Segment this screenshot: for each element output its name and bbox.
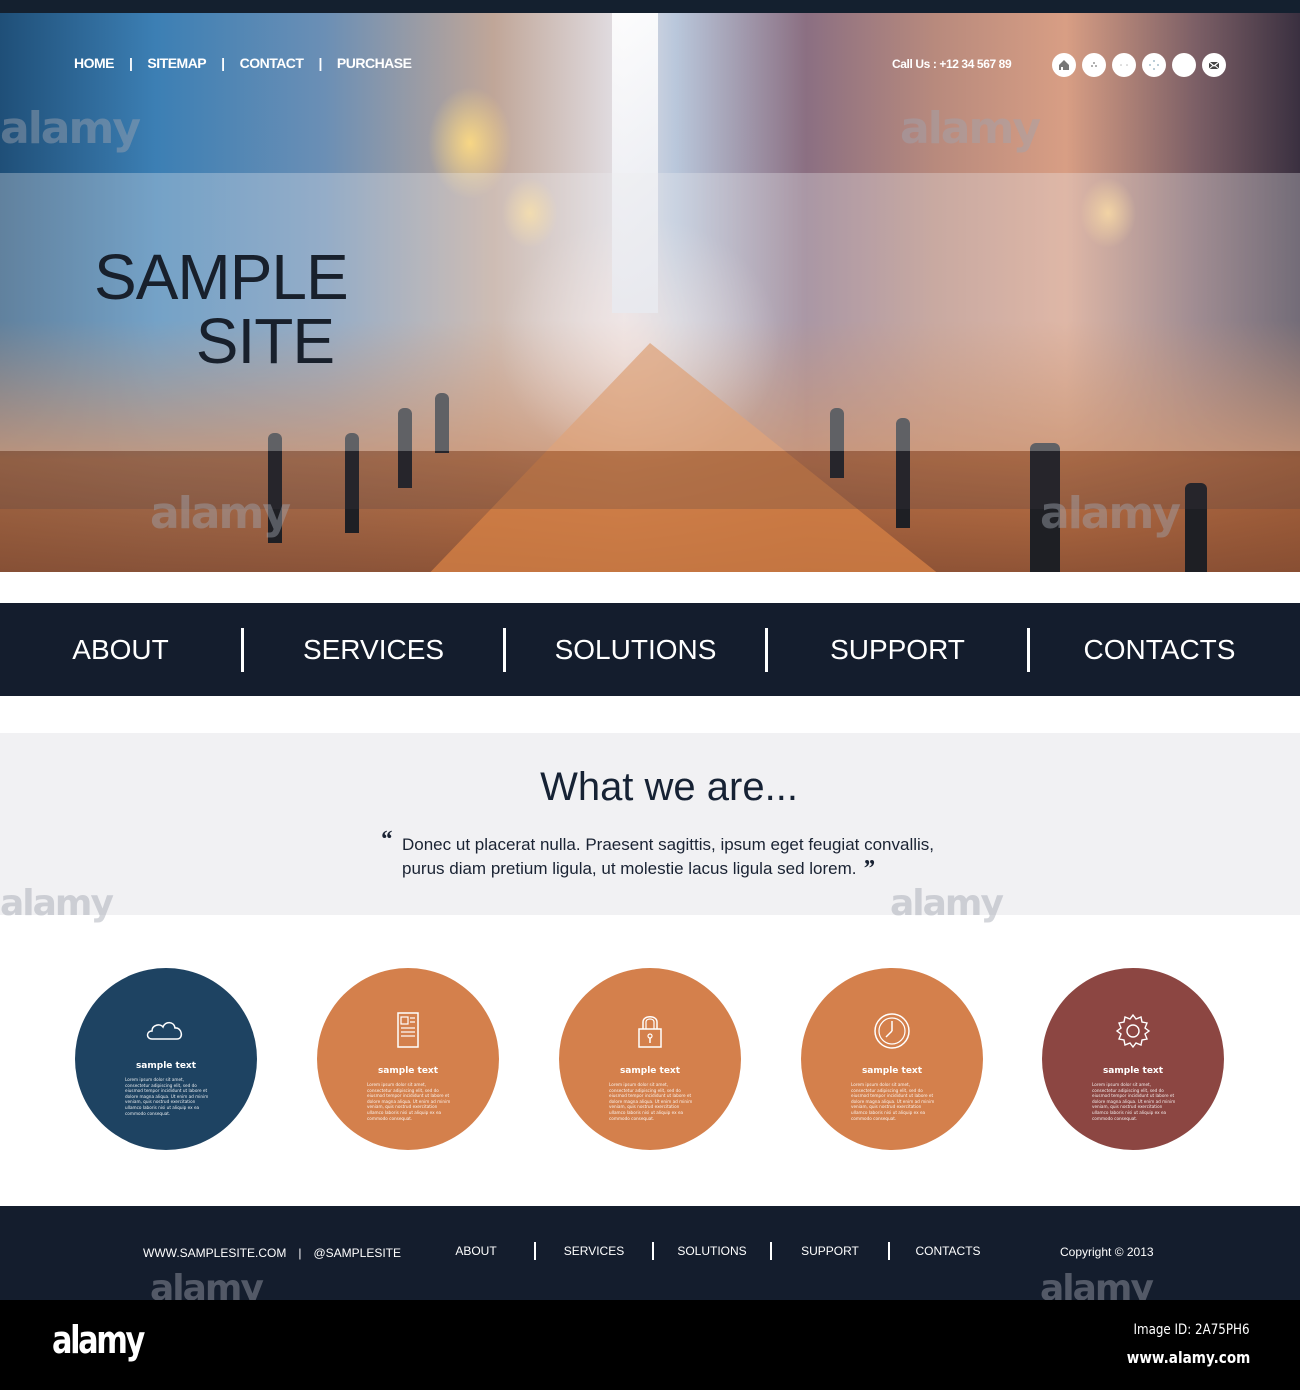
hero-overlay-band-dark [0, 451, 1300, 509]
main-nav-contacts[interactable]: CONTACTS [1030, 634, 1289, 666]
social-icon-3[interactable] [1112, 53, 1136, 77]
feature-body: Lorem ipsum dolor sit amet, consectetur … [367, 1082, 451, 1121]
feature-title: sample text [377, 1066, 439, 1076]
top-nav-separator: | [318, 55, 322, 71]
main-nav-support[interactable]: SUPPORT [768, 634, 1027, 666]
clock-icon [862, 1006, 922, 1056]
footer-link-services[interactable]: SERVICES [536, 1244, 652, 1258]
feature-card-2[interactable]: sample text Lorem ipsum dolor sit amet, … [317, 968, 499, 1150]
footer-site-info: WWW.SAMPLESITE.COM | @SAMPLESITE [143, 1246, 401, 1260]
main-nav: ABOUT SERVICES SOLUTIONS SUPPORT CONTACT… [0, 603, 1300, 696]
feature-card-3[interactable]: sample text Lorem ipsum dolor sit amet, … [559, 968, 741, 1150]
lock-icon [620, 1006, 680, 1056]
feature-body: Lorem ipsum dolor sit amet, consectetur … [609, 1082, 693, 1121]
stock-watermark-bar: alamy Image ID: 2A75PH6 www.alamy.com [0, 1300, 1300, 1390]
quote-open-mark: “ [380, 827, 392, 853]
top-nav-purchase[interactable]: PURCHASE [337, 55, 412, 71]
top-nav: HOME | SITEMAP | CONTACT | PURCHASE [74, 55, 412, 71]
feature-card-5[interactable]: sample text Lorem ipsum dolor sit amet, … [1042, 968, 1224, 1150]
social-icons [1052, 53, 1226, 77]
feature-title: sample text [861, 1066, 923, 1076]
watermark-url: www.alamy.com [1126, 1348, 1250, 1367]
footer-separator: | [298, 1246, 302, 1260]
hero-banner: SAMPLE SITE HOME | SITEMAP | CONTACT | P… [0, 13, 1300, 572]
footer-link-about[interactable]: ABOUT [418, 1244, 534, 1258]
social-icon-5[interactable] [1172, 53, 1196, 77]
main-nav-solutions[interactable]: SOLUTIONS [506, 634, 765, 666]
social-icon-4[interactable] [1142, 53, 1166, 77]
main-nav-about[interactable]: ABOUT [0, 634, 241, 666]
watermark-overlay: alamy [0, 103, 141, 154]
home-icon[interactable] [1052, 53, 1076, 77]
about-quote: “ Donec ut placerat nulla. Praesent sagi… [380, 828, 982, 882]
top-nav-home[interactable]: HOME [74, 55, 115, 71]
quote-line-2: purus diam pretium ligula, ut molestie l… [402, 859, 857, 878]
about-section: What we are... “ Donec ut placerat nulla… [0, 733, 1300, 924]
feature-body: Lorem ipsum dolor sit amet, consectetur … [125, 1077, 209, 1116]
gear-icon [1103, 1006, 1163, 1056]
feature-body: Lorem ipsum dolor sit amet, consectetur … [1092, 1082, 1176, 1121]
site-title-line1: SAMPLE [94, 241, 349, 313]
footer-link-contacts[interactable]: CONTACTS [890, 1244, 1006, 1258]
top-nav-separator: | [129, 55, 133, 71]
cloud-icon [136, 1006, 196, 1056]
footer-copyright: Copyright © 2013 [1060, 1245, 1154, 1259]
top-nav-separator: | [221, 55, 225, 71]
watermark-overlay: alamy [0, 883, 114, 924]
features-section: sample text Lorem ipsum dolor sit amet, … [0, 968, 1300, 1151]
watermark-overlay: alamy [890, 883, 1004, 924]
mail-icon[interactable] [1202, 53, 1226, 77]
quote-line-1: Donec ut placerat nulla. Praesent sagitt… [402, 835, 935, 854]
about-heading: What we are... [540, 765, 798, 809]
site-title-line2: SITE [195, 305, 335, 377]
feature-body: Lorem ipsum dolor sit amet, consectetur … [851, 1082, 935, 1121]
feature-title: sample text [135, 1061, 197, 1071]
social-icon-2[interactable] [1082, 53, 1106, 77]
footer-handle-link[interactable]: @SAMPLESITE [313, 1246, 401, 1260]
top-nav-contact[interactable]: CONTACT [240, 55, 304, 71]
feature-card-1[interactable]: sample text Lorem ipsum dolor sit amet, … [75, 968, 257, 1150]
site-title: SAMPLE SITE [94, 241, 349, 377]
alamy-logo: alamy [52, 1318, 145, 1362]
call-us-text: Call Us : +12 34 567 89 [892, 57, 1012, 71]
footer-links: ABOUT SERVICES SOLUTIONS SUPPORT CONTACT… [418, 1242, 1006, 1260]
top-strip [0, 0, 1300, 13]
feature-title: sample text [1102, 1066, 1164, 1076]
footer: WWW.SAMPLESITE.COM | @SAMPLESITE ABOUT S… [0, 1206, 1300, 1309]
document-icon [378, 1006, 438, 1056]
quote-close-mark: ” [862, 856, 875, 882]
top-nav-sitemap[interactable]: SITEMAP [147, 55, 206, 71]
watermark-overlay: alamy [900, 103, 1041, 154]
image-id: Image ID: 2A75PH6 [1133, 1322, 1250, 1338]
footer-website-link[interactable]: WWW.SAMPLESITE.COM [143, 1246, 286, 1260]
feature-title: sample text [619, 1066, 681, 1076]
footer-link-support[interactable]: SUPPORT [772, 1244, 888, 1258]
main-nav-services[interactable]: SERVICES [244, 634, 503, 666]
footer-link-solutions[interactable]: SOLUTIONS [654, 1244, 770, 1258]
feature-card-4[interactable]: sample text Lorem ipsum dolor sit amet, … [801, 968, 983, 1150]
